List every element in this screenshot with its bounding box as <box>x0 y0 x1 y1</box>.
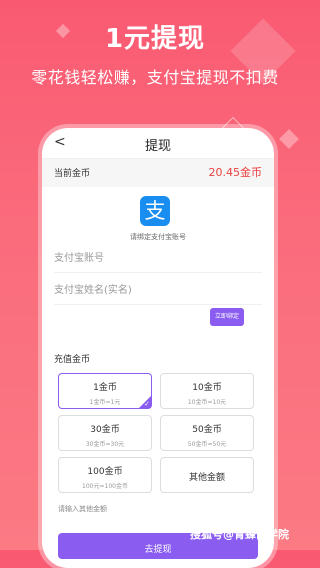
coin-option-10[interactable]: 10金币 10金币=10元 <box>160 373 254 409</box>
check-icon: ✓ <box>144 400 150 408</box>
coin-option-30[interactable]: 30金币 30金币=30元 <box>58 415 152 451</box>
coin-option-label: 1金币 <box>93 383 117 393</box>
alipay-icon: 支 <box>140 196 170 226</box>
balance-value: 20.45金币 <box>208 166 263 179</box>
coin-option-1[interactable]: 1金币 1金币=1元 ✓ <box>58 373 152 409</box>
bind-hint: 请绑定支付宝账号 <box>130 233 186 241</box>
bind-button[interactable]: 立即绑定 <box>210 308 244 326</box>
coin-option-label: 100金币 <box>87 467 123 477</box>
coin-option-rate: 100元=100金币 <box>82 483 128 490</box>
decor-diamond <box>279 129 299 149</box>
phone-frame: < 提现 当前金币 20.45金币 支 请绑定支付宝账号 支付宝账号 支付宝姓名… <box>42 128 274 568</box>
coin-option-rate: 30金币=30元 <box>85 441 125 448</box>
balance-label: 当前金币 <box>54 169 91 179</box>
coin-option-label: 30金币 <box>90 425 120 435</box>
coin-option-rate: 50金币=50元 <box>187 441 227 448</box>
coin-option-label: 50金币 <box>192 425 222 435</box>
alipay-name-field[interactable]: 支付宝姓名(实名) <box>54 278 262 305</box>
coin-option-other[interactable]: 其他金额 <box>160 457 254 493</box>
promo-headline: 1元提现 <box>104 24 206 54</box>
coin-option-50[interactable]: 50金币 50金币=50元 <box>160 415 254 451</box>
coin-option-rate: 10金币=10元 <box>187 399 227 406</box>
coin-option-label: 其他金额 <box>188 473 225 483</box>
coin-option-100[interactable]: 100金币 100元=100金币 <box>58 457 152 493</box>
alipay-account-field[interactable]: 支付宝账号 <box>54 246 262 273</box>
page-title: 提现 <box>144 139 171 154</box>
watermark: 搜狐号@青蜂商学院 <box>190 528 289 541</box>
promo-subline: 零花钱轻松赚，支付宝提现不扣费 <box>31 68 279 87</box>
coin-option-rate: 1金币=1元 <box>89 399 121 406</box>
balance-row: 当前金币 20.45金币 <box>42 159 274 187</box>
recharge-label: 充值金币 <box>54 355 91 365</box>
custom-amount-hint[interactable]: 请输入其他金额 <box>58 504 107 514</box>
nav-bar: < 提现 <box>42 128 274 159</box>
coin-option-label: 10金币 <box>192 383 222 393</box>
